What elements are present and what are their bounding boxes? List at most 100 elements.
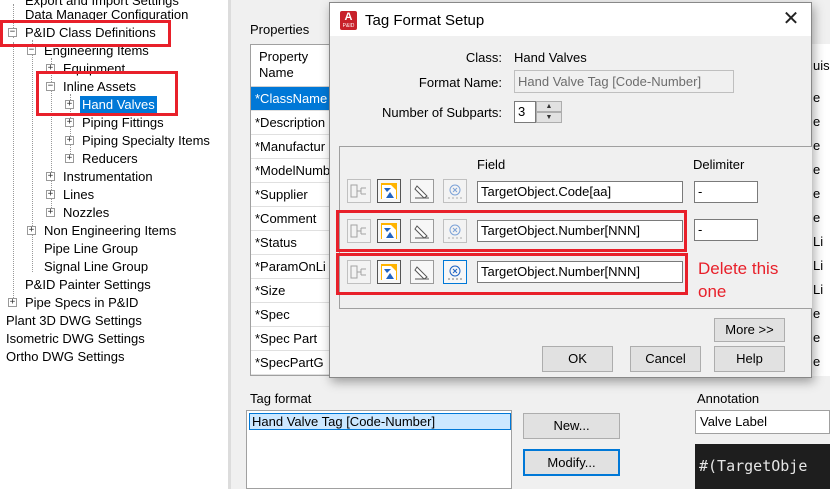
dialog-title: Tag Format Setup [365,12,485,29]
format-name-label: Format Name: [418,75,502,90]
cancel-button[interactable]: Cancel [630,346,701,372]
tree-item-label: Lines [63,187,95,202]
header-line: Name [259,65,294,80]
class-value: Hand Valves [514,50,587,65]
class-definitions-tree[interactable]: Export and Import Settings Data Manager … [0,0,228,489]
property-row[interactable]: *Manufactur [251,135,329,159]
tree-item-label: Pipe Specs in P&ID [25,295,139,310]
tree-item-label: Piping Specialty Items [82,133,210,148]
tree-item-label: Piping Fittings [82,115,164,130]
collapse-icon[interactable]: − [46,82,55,91]
expand-icon[interactable]: + [8,298,17,307]
insert-subpart-icon[interactable] [347,219,371,243]
tree-item-engineering-items[interactable]: − Engineering Items [0,42,228,60]
spin-down-icon[interactable]: ▼ [536,112,562,123]
select-property-icon[interactable] [377,219,401,243]
delete-subpart-icon[interactable] [443,179,467,203]
collapse-icon[interactable]: − [8,28,17,37]
expand-icon[interactable]: + [46,208,55,217]
tag-format-setup-dialog[interactable]: A P&ID Tag Format Setup ✕ Class: Hand Va… [329,2,812,378]
property-row[interactable]: *Size [251,279,329,303]
dialog-title-bar[interactable]: A P&ID Tag Format Setup ✕ [330,3,811,36]
expand-icon[interactable]: + [46,64,55,73]
annotation-dropdown[interactable]: Valve Label [695,410,830,434]
select-property-icon[interactable] [377,179,401,203]
cell-fragment: e [813,138,821,153]
tree-item-reducers[interactable]: + Reducers [0,150,228,168]
field-column-header: Field [477,157,506,172]
collapse-icon[interactable]: − [27,46,36,55]
tree-item-equipment[interactable]: + Equipment [0,60,228,78]
close-icon[interactable]: ✕ [779,7,803,31]
ok-button[interactable]: OK [542,346,613,372]
property-row[interactable]: *ClassName [251,87,329,111]
tag-format-item[interactable]: Hand Valve Tag [Code-Number] [249,413,511,430]
tree-item-label: Equipment [63,61,126,76]
tree-item-isometric-dwg[interactable]: Isometric DWG Settings [0,330,228,348]
property-row[interactable]: *Spec [251,303,329,327]
tree-item-lines[interactable]: + Lines [0,186,228,204]
tag-format-list[interactable]: Hand Valve Tag [Code-Number] [246,410,512,489]
cell-fragment: e [813,114,821,129]
property-row[interactable]: *Supplier [251,183,329,207]
tree-item-piping-specialty-items[interactable]: + Piping Specialty Items [0,132,228,150]
new-tag-format-button[interactable]: New... [523,413,620,439]
property-row[interactable]: *Description [251,111,329,135]
tree-item-nozzles[interactable]: + Nozzles [0,204,228,222]
property-row[interactable]: *Spec Part [251,327,329,351]
spin-up-icon[interactable]: ▲ [536,101,562,112]
tree-item-pid-class-definitions[interactable]: − P&ID Class Definitions [0,24,228,42]
expand-icon[interactable]: + [46,190,55,199]
cell-fragment: e [813,306,821,321]
subpart-delimiter-input[interactable]: - [694,181,758,203]
tree-item-ortho-dwg[interactable]: Ortho DWG Settings [0,348,228,366]
expand-icon[interactable]: + [65,118,74,127]
subparts-count-input[interactable]: 3 [514,101,536,123]
tree-item-inline-assets[interactable]: − Inline Assets [0,78,228,96]
help-button[interactable]: Help [714,346,785,372]
modify-tag-format-button[interactable]: Modify... [523,449,620,476]
delete-subpart-icon[interactable] [443,260,467,284]
autocad-pid-app-icon: A P&ID [340,11,357,30]
tree-item-plant-3d-dwg[interactable]: Plant 3D DWG Settings [0,312,228,330]
cell-fragment: Li [813,234,824,249]
expand-icon[interactable]: + [27,226,36,235]
subpart-field-input[interactable]: TargetObject.Number[NNN] [477,220,683,242]
tree-item-data-manager[interactable]: Data Manager Configuration [0,6,228,24]
delete-subpart-icon[interactable] [443,219,467,243]
property-name-header[interactable]: Property Name [251,45,329,87]
subparts-label: Number of Subparts: [382,105,502,120]
select-property-icon[interactable] [377,260,401,284]
subpart-delimiter-input[interactable]: - [694,219,758,241]
property-row[interactable]: *ModelNumb [251,159,329,183]
tree-item-instrumentation[interactable]: + Instrumentation [0,168,228,186]
expand-icon[interactable]: + [46,172,55,181]
tree-item-pid-painter-settings[interactable]: P&ID Painter Settings [0,276,228,294]
expand-icon[interactable]: + [65,100,74,109]
tree-item-pipe-line-group[interactable]: Pipe Line Group [0,240,228,258]
tree-item-label: Reducers [82,151,138,166]
subpart-field-input[interactable]: TargetObject.Code[aa] [477,181,683,203]
expand-icon[interactable]: + [65,136,74,145]
tree-item-hand-valves[interactable]: + Hand Valves [0,96,228,114]
tree-item-pipe-specs[interactable]: + Pipe Specs in P&ID [0,294,228,312]
property-row[interactable]: *Comment [251,207,329,231]
edit-subpart-icon[interactable] [410,179,434,203]
properties-grid[interactable]: Property Name *ClassName *Description *M… [250,44,330,376]
expand-icon[interactable]: + [65,154,74,163]
property-row[interactable]: *Status [251,231,329,255]
subpart-field-input[interactable]: TargetObject.Number[NNN] [477,261,683,283]
edit-subpart-icon[interactable] [410,219,434,243]
tree-item-signal-line-group[interactable]: Signal Line Group [0,258,228,276]
annotation-preview: #(TargetObje [695,444,830,489]
insert-subpart-icon[interactable] [347,179,371,203]
tree-item-non-engineering-items[interactable]: + Non Engineering Items [0,222,228,240]
edit-subpart-icon[interactable] [410,260,434,284]
tree-item-piping-fittings[interactable]: + Piping Fittings [0,114,228,132]
insert-subpart-icon[interactable] [347,260,371,284]
property-row[interactable]: *SpecPartG [251,351,329,375]
tree-item-label: Inline Assets [63,79,136,94]
more-button[interactable]: More >> [714,318,785,342]
property-row[interactable]: *ParamOnLi [251,255,329,279]
delimiter-column-header: Delimiter [693,157,745,172]
